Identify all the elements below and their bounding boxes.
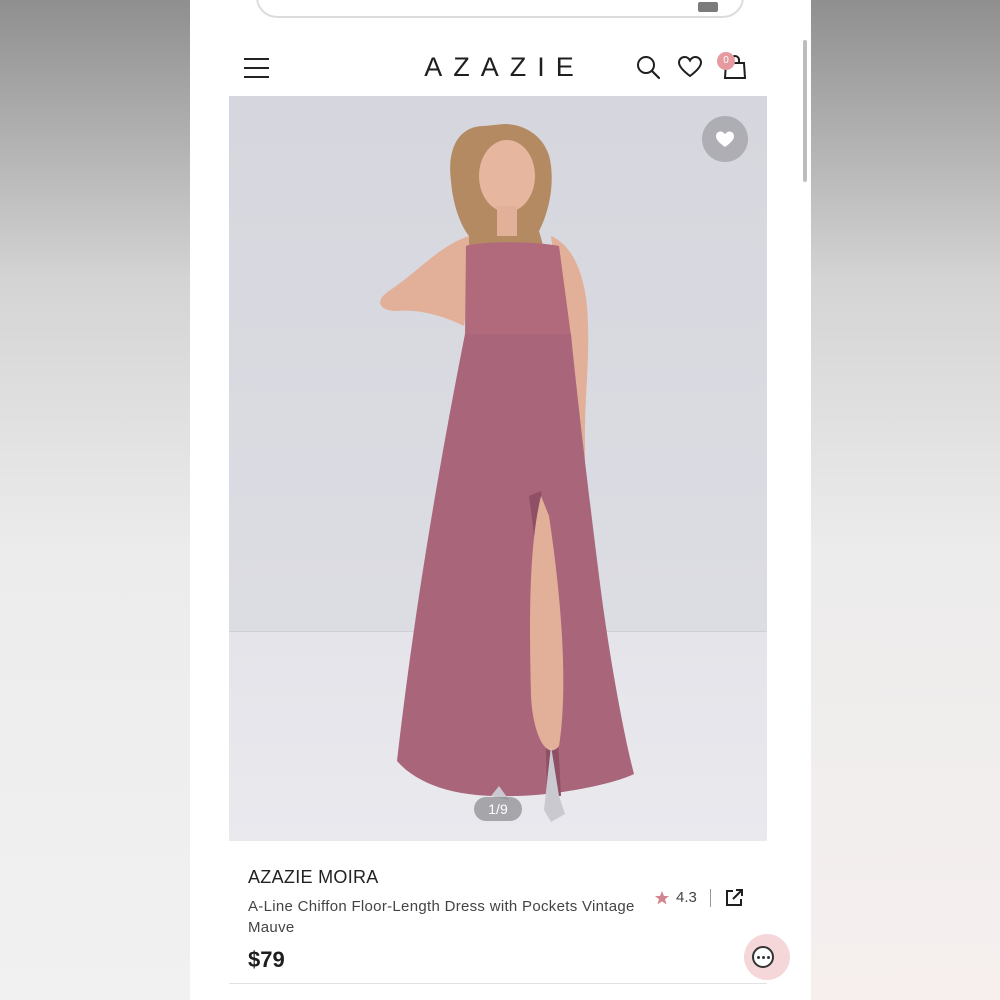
bag-count-badge: 0 [717,52,735,70]
search-icon[interactable] [635,54,661,80]
heart-icon [716,131,734,147]
product-price: $79 [248,947,285,972]
site-header: AZAZIE 0 [190,40,811,96]
product-image[interactable]: 1/9 [229,96,767,841]
divider [710,889,711,907]
rating-summary[interactable]: 4.3 [644,885,747,911]
heart-icon[interactable] [677,54,703,80]
product-title: A-Line Chiffon Floor-Length Dress with P… [248,898,635,936]
background-right [811,0,1000,1000]
favorite-button[interactable] [702,116,748,162]
rating-value: 4.3 [676,889,697,906]
background-left [0,0,190,1000]
search-bar[interactable] [256,0,744,18]
chat-icon [752,946,774,968]
star-icon [655,891,669,905]
camera-icon[interactable] [698,2,718,12]
model-illustration [380,124,634,822]
divider [229,983,767,984]
product-brand-name: AZAZIE MOIRA [248,867,379,887]
share-external-icon[interactable] [724,888,744,908]
chat-button[interactable] [744,934,790,980]
scrollbar[interactable] [803,40,807,182]
mobile-page: AZAZIE 0 1/9 AZAZIE MOIRA A-Line Chiffon… [190,0,811,1000]
image-counter: 1/9 [474,797,522,821]
